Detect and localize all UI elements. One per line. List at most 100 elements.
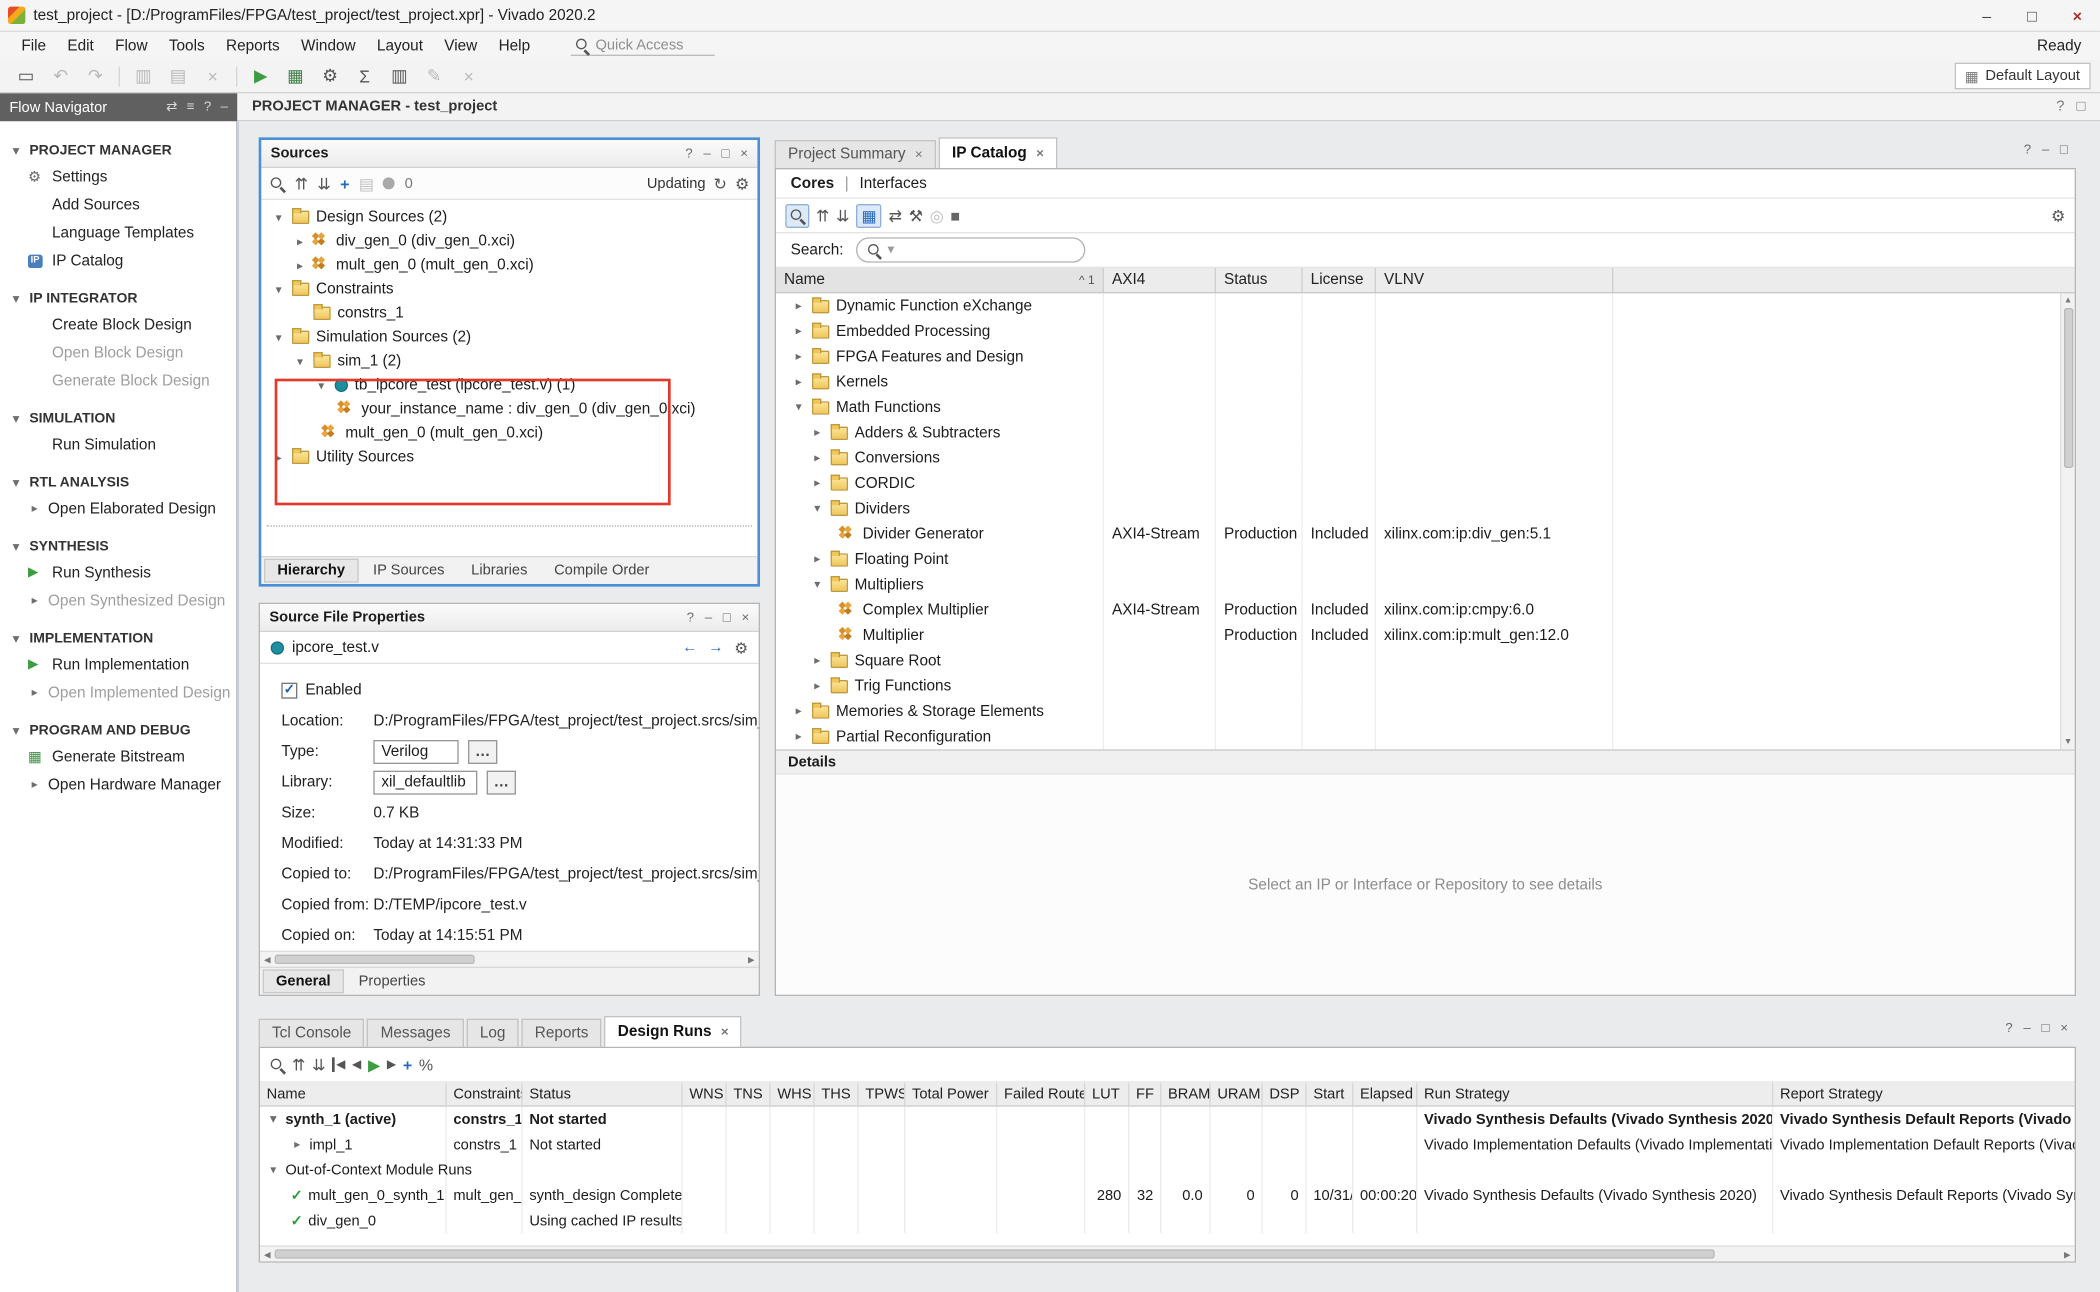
run-icon[interactable]: ▶ xyxy=(244,62,277,90)
minimize-icon[interactable]: – xyxy=(705,610,712,625)
gear-icon[interactable]: ⚙ xyxy=(734,638,748,657)
sidebar-item-open-block-design[interactable]: Open Block Design xyxy=(0,339,236,367)
ip-category-row[interactable]: ▸Trig Functions xyxy=(776,673,2075,698)
horizontal-scrollbar[interactable]: ◀ ▶ xyxy=(260,1245,2075,1261)
swap-icon[interactable]: ⇄ xyxy=(166,100,177,115)
paste-icon[interactable]: ▤ xyxy=(161,62,194,90)
expand-all-icon[interactable]: ⇊ xyxy=(312,1055,325,1074)
column-header[interactable]: Start xyxy=(1307,1083,1354,1106)
chevron-right-icon[interactable]: ▸ xyxy=(272,450,285,465)
tab-project-summary[interactable]: Project Summary× xyxy=(775,140,936,168)
chevron-down-icon[interactable]: ▾ xyxy=(267,1112,280,1127)
scrollbar-thumb[interactable] xyxy=(275,1249,1715,1258)
type-select[interactable]: Verilog xyxy=(373,739,458,763)
column-header[interactable]: TPWS xyxy=(859,1083,906,1106)
vertical-scrollbar[interactable]: ▲ ▼ xyxy=(2060,293,2075,749)
tab-ip-sources[interactable]: IP Sources xyxy=(361,560,456,581)
menu-view[interactable]: View xyxy=(434,35,488,56)
tab-general[interactable]: General xyxy=(263,969,344,993)
search-icon[interactable] xyxy=(269,175,285,191)
maximize-icon[interactable]: □ xyxy=(2076,99,2085,115)
column-status[interactable]: Status xyxy=(1216,268,1303,292)
tree-item[interactable]: ▸div_gen_0 (div_gen_0.xci) xyxy=(261,229,757,253)
ip-category-row[interactable]: ▸Dynamic Function eXchange xyxy=(776,293,2075,318)
column-header[interactable]: Report Strategy xyxy=(1773,1083,2074,1106)
close-tool-icon[interactable]: × xyxy=(452,62,485,90)
add-run-icon[interactable]: + xyxy=(403,1055,412,1074)
sidebar-item-ip-catalog[interactable]: IPIP Catalog xyxy=(0,247,236,275)
column-header[interactable]: WNS xyxy=(683,1083,727,1106)
chevron-down-icon[interactable]: ▾ xyxy=(315,378,328,393)
tab-reports[interactable]: Reports xyxy=(521,1019,601,1047)
column-header[interactable]: Name xyxy=(260,1083,447,1106)
gear-icon[interactable]: ⚙ xyxy=(735,174,749,193)
column-header[interactable]: Total Power xyxy=(905,1083,997,1106)
column-header[interactable]: Failed Routes xyxy=(997,1083,1085,1106)
scroll-right-icon[interactable]: ▶ xyxy=(744,952,759,967)
sidebar-item-create-block-design[interactable]: Create Block Design xyxy=(0,311,236,339)
chevron-right-icon[interactable]: ▸ xyxy=(811,552,824,567)
scrollbar-thumb[interactable] xyxy=(2063,308,2072,468)
splitter[interactable] xyxy=(267,525,752,526)
sidebar-item-open-synthesized-design[interactable]: ▸Open Synthesized Design xyxy=(0,587,236,615)
enabled-checkbox[interactable]: ✓ xyxy=(281,682,297,698)
close-icon[interactable]: × xyxy=(1036,146,1044,161)
sidebar-item-add-sources[interactable]: Add Sources xyxy=(0,191,236,219)
ip-category-row[interactable]: ▸Square Root xyxy=(776,648,2075,673)
column-header[interactable]: WHS xyxy=(771,1083,815,1106)
search-button[interactable] xyxy=(785,203,809,227)
help-icon[interactable]: ? xyxy=(2056,99,2064,115)
tab-design-runs[interactable]: Design Runs× xyxy=(604,1016,742,1047)
menu-edit[interactable]: Edit xyxy=(57,35,105,56)
maximize-icon[interactable]: □ xyxy=(723,610,731,625)
chevron-down-icon[interactable]: ▾ xyxy=(272,330,285,345)
chevron-down-icon[interactable]: ▾ xyxy=(272,210,285,225)
tree-item[interactable]: ▾Simulation Sources (2) xyxy=(261,325,757,349)
tree-item[interactable]: mult_gen_0 (mult_gen_0.xci) xyxy=(261,421,757,445)
ip-category-row[interactable]: ▸Floating Point xyxy=(776,547,2075,572)
tree-item[interactable]: ▾tb_ipcore_test (ipcore_test.v) (1) xyxy=(261,373,757,397)
library-input[interactable]: xil_defaultlib xyxy=(373,770,477,794)
chevron-right-icon[interactable]: ▸ xyxy=(792,299,805,314)
sidebar-item-settings[interactable]: ⚙Settings xyxy=(0,163,236,191)
tree-item[interactable]: ▾Design Sources (2) xyxy=(261,205,757,229)
run-group-row[interactable]: ▾Out-of-Context Module Runs xyxy=(260,1157,2075,1182)
layout-selector[interactable]: ▦ Default Layout xyxy=(1954,63,2090,90)
help-icon[interactable]: ? xyxy=(2024,143,2031,158)
copy-icon[interactable]: ▥ xyxy=(127,62,160,90)
sidebar-item-run-synthesis[interactable]: ▶Run Synthesis xyxy=(0,559,236,587)
expand-all-icon[interactable]: ⇊ xyxy=(836,206,849,225)
column-header[interactable]: Run Strategy xyxy=(1417,1083,1773,1106)
blocks-icon[interactable]: ▦ xyxy=(279,62,312,90)
tab-messages[interactable]: Messages xyxy=(367,1019,464,1047)
chevron-down-icon[interactable]: ▾ xyxy=(272,282,285,297)
tab-hierarchy[interactable]: Hierarchy xyxy=(264,559,358,583)
maximize-icon[interactable]: □ xyxy=(721,146,729,161)
open-icon[interactable]: ▭ xyxy=(9,62,42,90)
ip-category-row[interactable]: ▾Dividers xyxy=(776,496,2075,521)
column-name[interactable]: Name^ 1 xyxy=(776,268,1104,292)
sidebar-item-open-hardware-manager[interactable]: ▸Open Hardware Manager xyxy=(0,771,236,799)
sidebar-item-open-implemented-design[interactable]: ▸Open Implemented Design xyxy=(0,679,236,707)
column-header[interactable]: DSP xyxy=(1263,1083,1307,1106)
reports-icon[interactable]: ▥ xyxy=(383,62,416,90)
report-icon[interactable]: ▤ xyxy=(359,174,374,193)
tab-tcl-console[interactable]: Tcl Console xyxy=(259,1019,365,1047)
chevron-right-icon[interactable]: ▸ xyxy=(293,258,306,273)
ip-row[interactable]: MultiplierProductionIncludedxilinx.com:i… xyxy=(776,623,2075,648)
chevron-down-icon[interactable]: ▾ xyxy=(293,354,306,369)
tab-properties[interactable]: Properties xyxy=(347,971,438,992)
sources-panel-header[interactable]: Sources ? – □ × xyxy=(261,140,757,168)
minimize-icon[interactable]: – xyxy=(2042,143,2049,158)
gear-icon[interactable]: ⚙ xyxy=(2051,206,2065,225)
section-project-manager[interactable]: ▾PROJECT MANAGER xyxy=(0,139,236,163)
maximize-icon[interactable]: □ xyxy=(2060,143,2068,158)
forward-icon[interactable]: → xyxy=(708,639,723,655)
ip-category-row[interactable]: ▸Embedded Processing xyxy=(776,319,2075,344)
scroll-left-icon[interactable]: ◀ xyxy=(260,1247,275,1262)
square-icon[interactable]: ■ xyxy=(950,206,960,225)
sidebar-item-generate-bitstream[interactable]: ▦Generate Bitstream xyxy=(0,743,236,771)
chevron-down-icon[interactable]: ▾ xyxy=(267,1163,280,1178)
close-icon[interactable]: × xyxy=(742,610,750,625)
type-browse-button[interactable]: … xyxy=(468,739,497,763)
